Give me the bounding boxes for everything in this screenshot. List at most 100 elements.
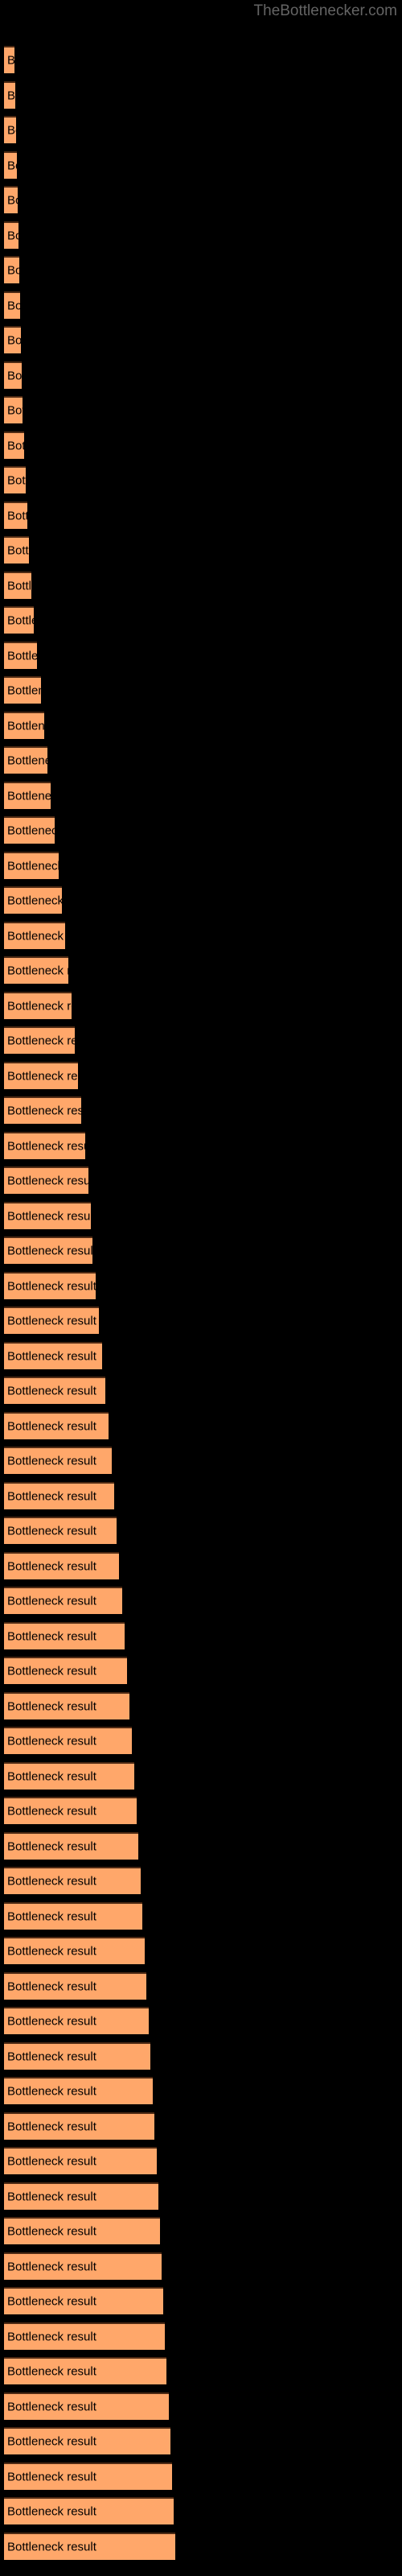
bar[interactable]: Bottleneck result [4, 536, 29, 564]
bar[interactable]: Bottleneck result [4, 326, 21, 353]
bar[interactable]: Bottleneck result [4, 921, 65, 949]
bar[interactable]: Bottleneck result [4, 2357, 166, 2384]
bar[interactable]: Bottleneck result [4, 1691, 129, 1719]
bar[interactable]: Bottleneck result [4, 816, 55, 844]
bar[interactable]: Bottleneck result [4, 1901, 142, 1930]
bar[interactable]: Bottleneck result [4, 676, 41, 704]
bar[interactable]: Bottleneck result [4, 1096, 81, 1124]
bar[interactable]: Bottleneck result [4, 186, 18, 213]
bar[interactable]: Bottleneck result [4, 2112, 154, 2140]
bar[interactable]: Bottleneck result [4, 1447, 112, 1474]
bar-row: Bottleneck result [0, 80, 402, 109]
bar[interactable]: Bottleneck result [4, 1377, 105, 1404]
bar[interactable]: Bottleneck result [4, 361, 22, 389]
bar-row: Bottleneck result [0, 291, 402, 319]
bar[interactable]: Bottleneck result [4, 1201, 91, 1229]
bar[interactable]: Bottleneck result [4, 851, 59, 879]
bar[interactable]: Bottleneck result [4, 1271, 96, 1299]
bar[interactable]: Bottleneck result [4, 1971, 146, 2000]
bar-row: Bottleneck result [0, 676, 402, 704]
bar-row: Bottleneck result [0, 921, 402, 949]
bar[interactable]: Bottleneck result [4, 46, 14, 73]
bar[interactable]: Bottleneck result [4, 1657, 127, 1684]
bar[interactable]: Bottleneck result [4, 256, 19, 283]
bar[interactable]: Bottleneck result [4, 2287, 163, 2314]
bar-row: Bottleneck result [0, 1797, 402, 1824]
bar[interactable]: Bottleneck result [4, 501, 27, 529]
bar[interactable]: Bottleneck result [4, 1551, 119, 1579]
bar-row: Bottleneck result [0, 816, 402, 844]
bar[interactable]: Bottleneck result [4, 1061, 78, 1089]
bar-row: Bottleneck result [0, 1341, 402, 1369]
bar-label: Bottleneck result [7, 929, 65, 943]
bar-row: Bottleneck result [0, 466, 402, 493]
bar[interactable]: Bottleneck result [4, 2217, 160, 2244]
bar[interactable]: Bottleneck result [4, 746, 47, 774]
bar[interactable]: Bottleneck result [4, 1517, 117, 1544]
bar[interactable]: Bottleneck result [4, 2532, 175, 2560]
bar[interactable]: Bottleneck result [4, 2497, 174, 2524]
bar[interactable]: Bottleneck result [4, 221, 18, 249]
bar[interactable]: Bottleneck result [4, 2252, 162, 2280]
bar-label: Bottleneck result [7, 1489, 96, 1503]
bar-label: Bottleneck result [7, 1174, 88, 1188]
bar[interactable]: Bottleneck result [4, 2041, 150, 2070]
bar[interactable]: Bottleneck result [4, 1131, 85, 1159]
bar[interactable]: Bottleneck result [4, 1341, 102, 1369]
bar[interactable]: Bottleneck result [4, 956, 68, 984]
bar[interactable]: Bottleneck result [4, 431, 24, 459]
bar-row: Bottleneck result [0, 2357, 402, 2384]
bar[interactable]: Bottleneck result [4, 711, 44, 739]
bar[interactable]: Bottleneck result [4, 2007, 149, 2034]
bar-label: Bottleneck result [7, 2400, 96, 2413]
bar[interactable]: Bottleneck result [4, 1307, 99, 1334]
bar-label: Bottleneck result [7, 2154, 96, 2169]
bar[interactable]: Bottleneck result [4, 80, 15, 109]
bar[interactable]: Bottleneck result [4, 116, 16, 143]
bar-row: Bottleneck result [0, 1971, 402, 2000]
bar[interactable]: Bottleneck result [4, 1761, 134, 1790]
bar[interactable]: Bottleneck result [4, 991, 72, 1019]
bar-label: Bottleneck result [7, 1314, 96, 1328]
bar[interactable]: Bottleneck result [4, 2077, 153, 2104]
bar-label: Bottleneck result [7, 894, 62, 908]
bar[interactable]: Bottleneck result [4, 1797, 137, 1824]
bar[interactable]: Bottleneck result [4, 2427, 170, 2454]
bar-row: Bottleneck result [0, 501, 402, 529]
bar[interactable]: Bottleneck result [4, 641, 37, 669]
bar-row: Bottleneck result [0, 781, 402, 809]
bar-row: Bottleneck result [0, 46, 402, 73]
bar-row: Bottleneck result [0, 2041, 402, 2070]
bar[interactable]: Bottleneck result [4, 2147, 157, 2174]
bar[interactable]: Bottleneck result [4, 781, 51, 809]
bar[interactable]: Bottleneck result [4, 2182, 158, 2210]
bar[interactable]: Bottleneck result [4, 291, 20, 319]
bar[interactable]: Bottleneck result [4, 606, 34, 634]
bar[interactable]: Bottleneck result [4, 1026, 75, 1054]
bar[interactable]: Bottleneck result [4, 1587, 122, 1614]
bar-row: Bottleneck result [0, 1551, 402, 1579]
bar-label: Bottleneck result [7, 2504, 96, 2519]
bar[interactable]: Bottleneck result [4, 886, 62, 914]
bar[interactable]: Bottleneck result [4, 1236, 92, 1264]
bottleneck-bar-chart: TheBottlenecker.com Bottleneck resultBot… [0, 0, 402, 2576]
bar-label: Bottleneck result [7, 1699, 96, 1713]
bar[interactable]: Bottleneck result [4, 1166, 88, 1194]
bar[interactable]: Bottleneck result [4, 151, 17, 179]
bar-label: Bottleneck result [7, 2190, 96, 2203]
bar[interactable]: Bottleneck result [4, 466, 26, 493]
bar[interactable]: Bottleneck result [4, 1937, 145, 1964]
bar-label: Bottleneck result [7, 263, 19, 278]
bar[interactable]: Bottleneck result [4, 1481, 114, 1509]
bar[interactable]: Bottleneck result [4, 2392, 169, 2420]
bar[interactable]: Bottleneck result [4, 2322, 165, 2350]
bar[interactable]: Bottleneck result [4, 1411, 109, 1439]
bar-row: Bottleneck result [0, 1307, 402, 1334]
bar[interactable]: Bottleneck result [4, 396, 23, 423]
bar[interactable]: Bottleneck result [4, 1727, 132, 1754]
bar[interactable]: Bottleneck result [4, 1621, 125, 1649]
bar[interactable]: Bottleneck result [4, 2462, 172, 2490]
bar[interactable]: Bottleneck result [4, 1867, 141, 1894]
bar[interactable]: Bottleneck result [4, 1831, 138, 1860]
bar[interactable]: Bottleneck result [4, 571, 31, 599]
